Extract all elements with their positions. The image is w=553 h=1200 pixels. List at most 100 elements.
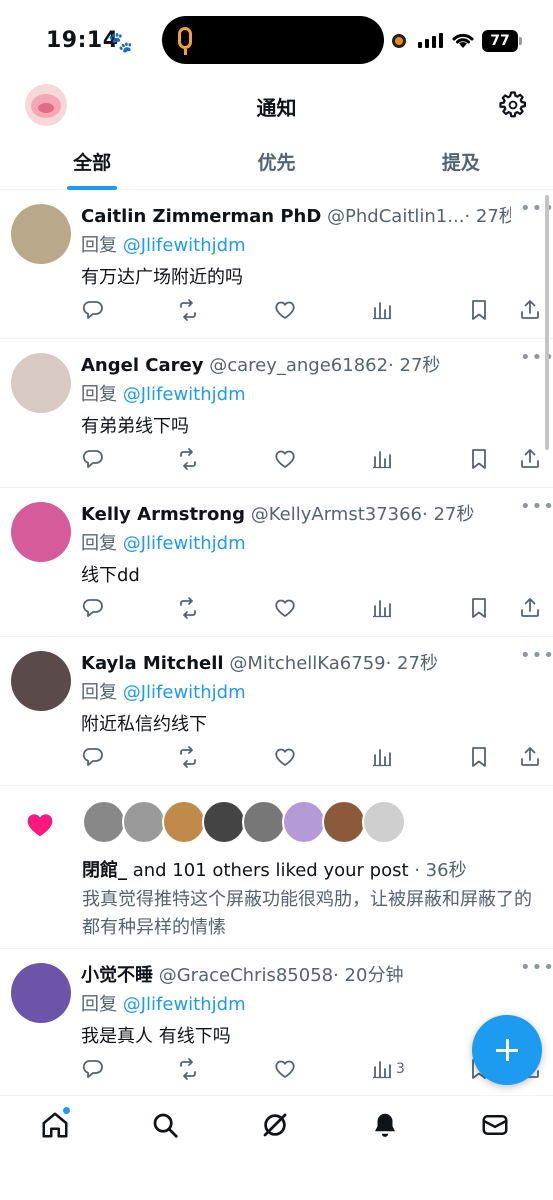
post-time: · 27秒	[385, 653, 438, 674]
author-handle: @GraceChris85058	[158, 965, 334, 986]
liker-avatar[interactable]	[202, 800, 246, 844]
liked-heart-icon	[25, 810, 55, 840]
replying-to: 回复 @Jlifewithjdm	[81, 529, 246, 555]
reply-notification[interactable]: 小觉不睡 @GraceChris85058· 20分钟 ••• 回复 @Jlifew…	[0, 949, 553, 1098]
reply-icon[interactable]	[81, 745, 109, 773]
reply-icon[interactable]	[81, 596, 109, 624]
liker-avatar[interactable]	[362, 800, 406, 844]
author-handle: @KellyArmst37366	[250, 504, 423, 525]
heart-icon[interactable]	[273, 596, 301, 624]
more-options-icon[interactable]: •••	[520, 496, 553, 517]
compose-post-button[interactable]	[472, 1015, 542, 1085]
author-name[interactable]: Kelly Armstrong	[81, 504, 245, 525]
author-name[interactable]: Angel Carey	[81, 355, 203, 376]
liker-avatar[interactable]	[322, 800, 366, 844]
heart-icon[interactable]	[273, 298, 301, 326]
views-icon[interactable]	[370, 447, 398, 475]
user-avatar[interactable]	[11, 651, 71, 711]
author-line: Caitlin Zimmerman PhD @PhdCaitlin1...· 2…	[81, 202, 511, 228]
paw-icon: 🐾	[108, 30, 133, 54]
liker-name[interactable]: 閉館_	[82, 860, 127, 881]
views-icon[interactable]	[370, 745, 398, 773]
bookmark-icon[interactable]	[467, 596, 495, 624]
replying-prefix: 回复	[81, 384, 123, 405]
views-icon[interactable]: 3	[370, 1057, 405, 1085]
post-actions	[78, 447, 548, 475]
replying-to-handle[interactable]: @Jlifewithjdm	[123, 384, 246, 405]
heart-icon[interactable]	[273, 1057, 301, 1085]
tab-all[interactable]: 全部	[0, 140, 184, 190]
replying-to-handle[interactable]: @Jlifewithjdm	[123, 682, 246, 703]
wifi-icon	[450, 30, 476, 56]
settings-gear-icon[interactable]	[498, 90, 528, 120]
tab-priority[interactable]: 优先	[184, 140, 368, 189]
reply-icon[interactable]	[81, 1057, 109, 1085]
liker-avatar[interactable]	[122, 800, 166, 844]
retweet-icon[interactable]	[176, 1057, 204, 1085]
user-avatar[interactable]	[11, 963, 71, 1023]
author-name[interactable]: Caitlin Zimmerman PhD	[81, 206, 321, 227]
replying-to: 回复 @Jlifewithjdm	[81, 231, 246, 257]
retweet-icon[interactable]	[176, 745, 204, 773]
views-icon[interactable]	[370, 596, 398, 624]
replying-to-handle[interactable]: @Jlifewithjdm	[123, 994, 246, 1015]
views-icon[interactable]	[370, 298, 398, 326]
retweet-icon[interactable]	[176, 447, 204, 475]
share-icon[interactable]	[518, 745, 546, 773]
replying-to-handle[interactable]: @Jlifewithjdm	[123, 235, 246, 256]
author-name[interactable]: Kayla Mitchell	[81, 653, 224, 674]
page-title: 通知	[256, 96, 297, 120]
reply-icon[interactable]	[81, 298, 109, 326]
author-line: Angel Carey @carey_ange61862· 27秒	[81, 351, 511, 377]
nav-home-icon[interactable]	[40, 1110, 74, 1144]
replying-to-handle[interactable]: @Jlifewithjdm	[123, 533, 246, 554]
user-avatar[interactable]	[11, 204, 71, 264]
like-notification[interactable]: 閉館_ and 101 others liked your post · 36秒…	[0, 786, 553, 949]
replying-to: 回复 @Jlifewithjdm	[81, 678, 246, 704]
more-options-icon[interactable]: •••	[520, 645, 553, 666]
more-options-icon[interactable]: •••	[520, 957, 553, 978]
nav-search-icon[interactable]	[150, 1110, 184, 1144]
post-text: 有弟弟线下吗	[81, 416, 189, 437]
bottom-navigation	[0, 1095, 553, 1200]
post-text: 附近私信约线下	[81, 714, 207, 735]
like-time: · 36秒	[408, 860, 467, 881]
post-time: · 20分钟	[333, 965, 404, 986]
post-text: 有万达广场附近的吗	[81, 267, 243, 288]
heart-icon[interactable]	[273, 745, 301, 773]
nav-grok-icon[interactable]	[260, 1110, 294, 1144]
user-avatar[interactable]	[11, 502, 71, 562]
author-line: 小觉不睡 @GraceChris85058· 20分钟	[81, 961, 511, 987]
share-icon[interactable]	[518, 596, 546, 624]
bookmark-icon[interactable]	[467, 298, 495, 326]
notification-tabs: 全部 优先 提及	[0, 140, 553, 190]
retweet-icon[interactable]	[176, 596, 204, 624]
nav-messages-mail-icon[interactable]	[480, 1110, 514, 1144]
tab-mentions[interactable]: 提及	[369, 140, 553, 189]
replying-to: 回复 @Jlifewithjdm	[81, 990, 246, 1016]
reply-icon[interactable]	[81, 447, 109, 475]
bookmark-icon[interactable]	[467, 447, 495, 475]
share-icon[interactable]	[518, 298, 546, 326]
retweet-icon[interactable]	[176, 298, 204, 326]
post-time: · 27秒	[422, 504, 475, 525]
post-time: · 27秒	[388, 355, 441, 376]
recording-indicator-icon	[392, 34, 406, 48]
user-avatar[interactable]	[11, 353, 71, 413]
liker-avatar[interactable]	[242, 800, 286, 844]
reply-notification[interactable]: Angel Carey @carey_ange61862· 27秒 ••• 回复 @…	[0, 339, 553, 488]
likes-summary-text: and 101 others liked your post	[127, 860, 409, 881]
header: 通知	[0, 80, 553, 134]
liker-avatar[interactable]	[82, 800, 126, 844]
nav-notifications-bell-icon[interactable]	[370, 1110, 404, 1144]
liker-avatar[interactable]	[282, 800, 326, 844]
bookmark-icon[interactable]	[467, 745, 495, 773]
share-icon[interactable]	[518, 447, 546, 475]
heart-icon[interactable]	[273, 447, 301, 475]
liker-avatar[interactable]	[162, 800, 206, 844]
reply-notification[interactable]: Kayla Mitchell @MitchellKa6759· 27秒 ••• 回复…	[0, 637, 553, 786]
reply-notification[interactable]: Caitlin Zimmerman PhD @PhdCaitlin1...· 2…	[0, 190, 553, 339]
author-name[interactable]: 小觉不睡	[81, 965, 153, 986]
reply-notification[interactable]: Kelly Armstrong @KellyArmst37366· 27秒 •••…	[0, 488, 553, 637]
scrollbar[interactable]	[545, 195, 549, 450]
